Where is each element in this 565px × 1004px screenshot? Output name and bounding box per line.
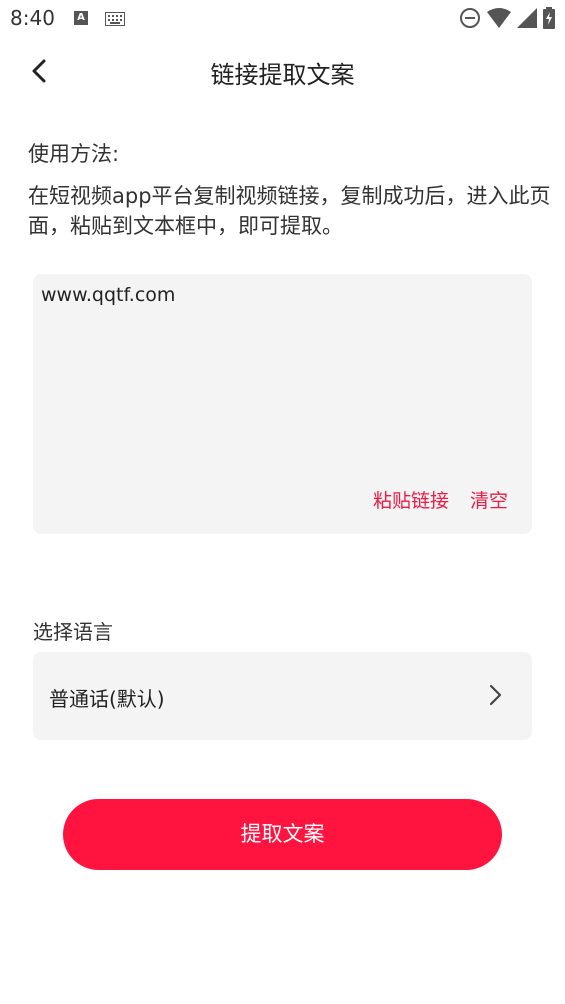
status-icons bbox=[459, 7, 555, 33]
notification-a-icon: A bbox=[74, 11, 88, 25]
wifi-icon bbox=[487, 8, 511, 32]
extract-button[interactable]: 提取文案 bbox=[63, 799, 502, 870]
keyboard-icon bbox=[105, 11, 125, 30]
paste-link-button[interactable]: 粘贴链接 bbox=[373, 486, 449, 513]
usage-description: 在短视频app平台复制视频链接，复制成功后，进入此页面，粘贴到文本框中，即可提取… bbox=[28, 184, 551, 238]
language-label: 选择语言 bbox=[33, 620, 113, 644]
language-select[interactable]: 普通话(默认) bbox=[33, 652, 532, 740]
chevron-right-icon bbox=[488, 683, 504, 711]
signal-icon bbox=[517, 8, 537, 32]
clear-button[interactable]: 清空 bbox=[470, 486, 508, 513]
usage-label: 使用方法: bbox=[28, 142, 120, 166]
do-not-disturb-icon bbox=[459, 7, 481, 33]
language-selected-value: 普通话(默认) bbox=[49, 687, 165, 711]
status-time: 8:40 bbox=[10, 6, 55, 30]
link-input[interactable]: www.qqtf.com 粘贴链接 清空 bbox=[33, 274, 532, 534]
header: 链接提取文案 bbox=[0, 44, 565, 96]
battery-icon bbox=[543, 7, 555, 33]
status-bar: 8:40 A bbox=[0, 0, 565, 38]
page-title: 链接提取文案 bbox=[210, 61, 355, 89]
link-input-value: www.qqtf.com bbox=[41, 284, 176, 306]
